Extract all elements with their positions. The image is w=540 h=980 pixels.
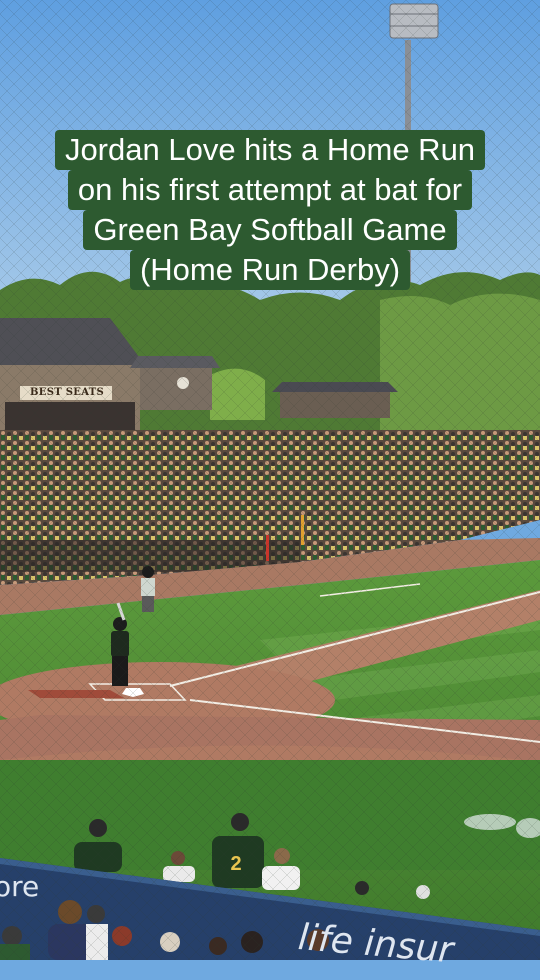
caption-line-3: Green Bay Softball Game — [83, 210, 457, 250]
caption-line-1: Jordan Love hits a Home Run — [54, 130, 486, 170]
best-seats-sign: BEST SEATS — [30, 387, 104, 398]
jersey-number: 2 — [230, 853, 242, 875]
video-caption: Jordan Love hits a Home Run on his first… — [0, 130, 540, 290]
banner-text-left: ore — [0, 870, 40, 903]
caption-line-4: (Home Run Derby) — [129, 250, 411, 290]
caption-line-2: on his first attempt at bat for — [67, 170, 473, 210]
